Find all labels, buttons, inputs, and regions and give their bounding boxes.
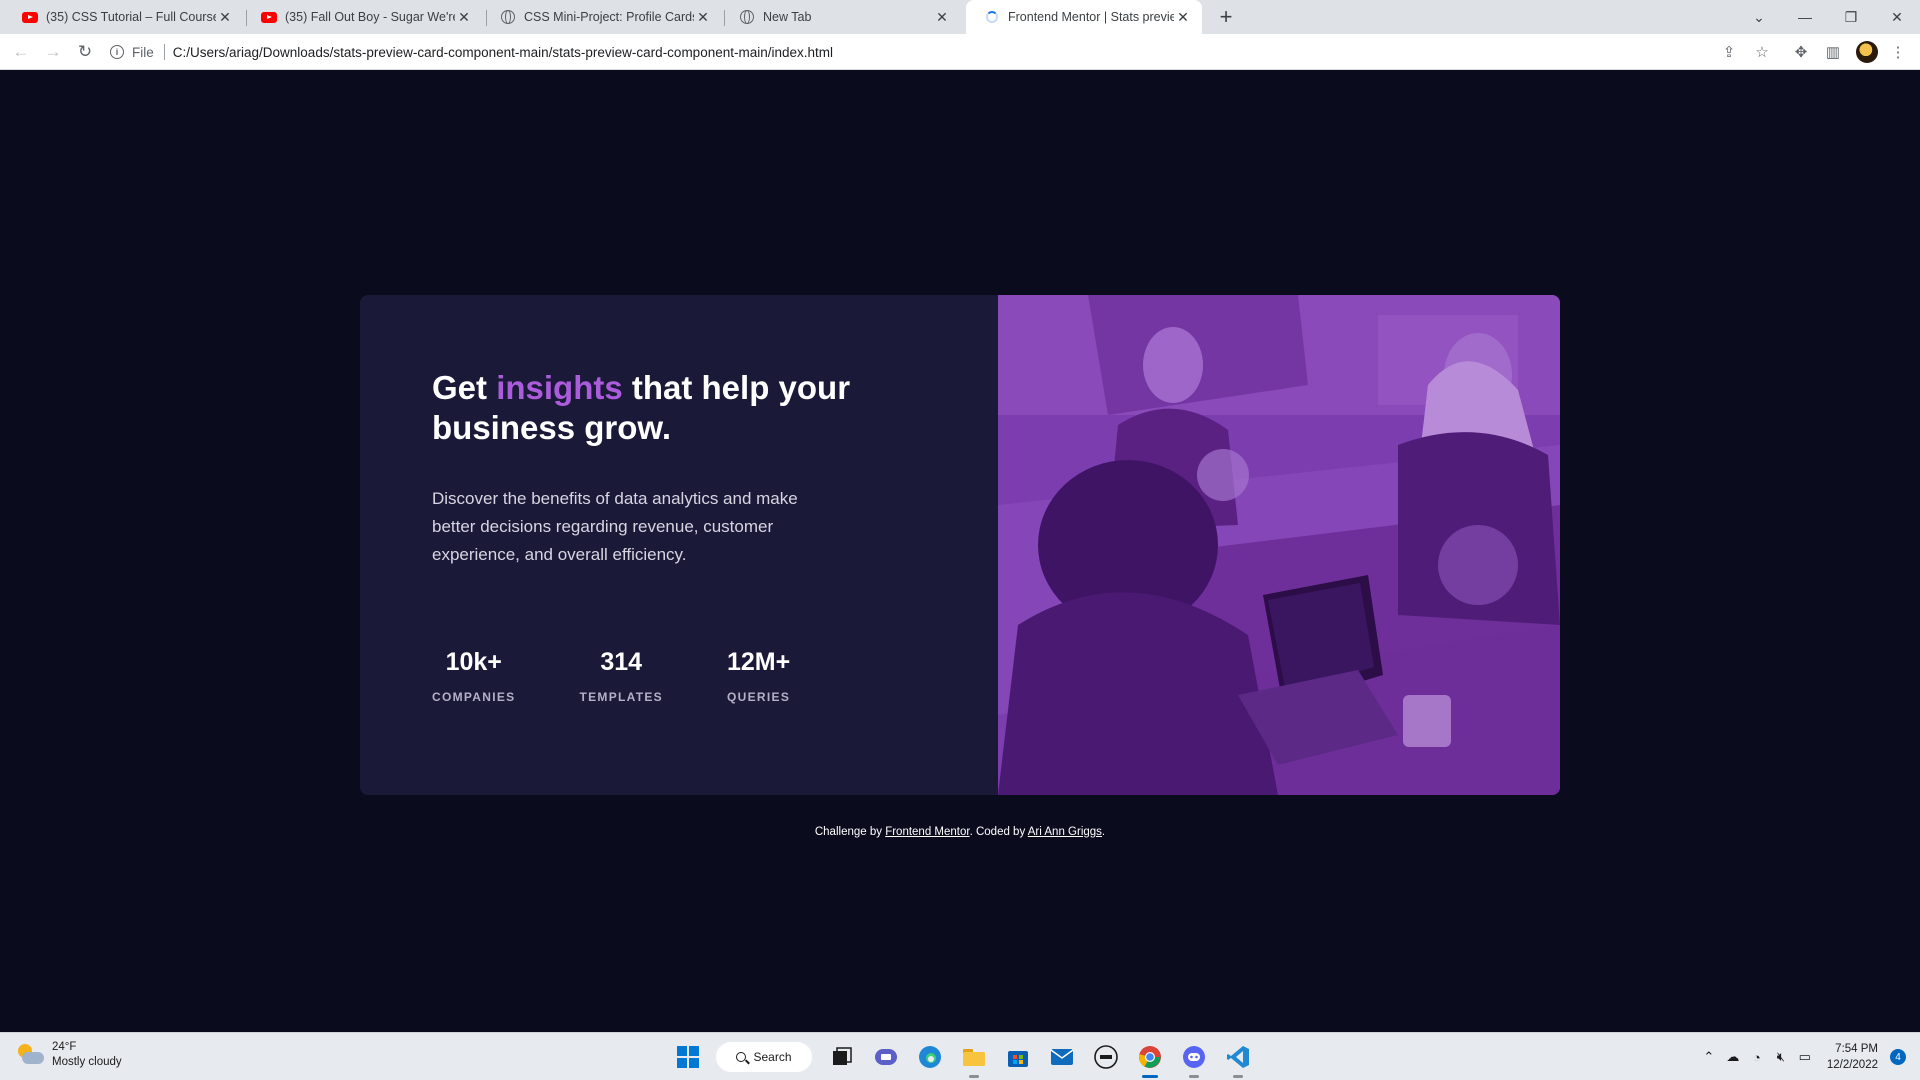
youtube-icon bbox=[261, 9, 277, 25]
stats-row: 10k+ COMPANIES 314 TEMPLATES 12M+ QUERIE… bbox=[432, 647, 790, 704]
new-tab-button[interactable]: + bbox=[1214, 4, 1238, 29]
search-icon bbox=[736, 1052, 747, 1062]
close-tab-icon[interactable]: ✕ bbox=[1174, 8, 1192, 26]
frontend-mentor-link[interactable]: Frontend Mentor bbox=[885, 826, 969, 838]
card-headline: Get insights that help your business gro… bbox=[432, 368, 852, 448]
url-text[interactable]: C:/Users/ariag/Downloads/stats-preview-c… bbox=[173, 45, 833, 60]
search-label: Search bbox=[753, 1050, 792, 1064]
tab-title: New Tab bbox=[763, 10, 812, 24]
system-tray: ⌃ ☁ ◔ 🔇︎ ▭ 7:54 PM 12/2/2022 4 bbox=[1697, 1033, 1920, 1080]
weather-temperature: 24°F bbox=[52, 1041, 77, 1053]
bookmark-star-icon[interactable]: ☆ bbox=[1752, 42, 1772, 62]
teams-chat-icon[interactable] bbox=[870, 1041, 902, 1073]
loading-icon bbox=[984, 9, 1000, 25]
start-windows-icon[interactable] bbox=[672, 1041, 704, 1073]
tab-title: (35) CSS Tutorial – Full Course fo bbox=[46, 10, 216, 24]
tab-search-chevron-icon[interactable]: ⌄ bbox=[1736, 0, 1782, 34]
stat-value: 12M+ bbox=[726, 648, 791, 676]
stat-companies: 10k+ COMPANIES bbox=[432, 647, 515, 704]
windows-taskbar: 24°F Mostly cloudy Search ⌃ ☁ ◔ 🔇︎ ▭ 7:5… bbox=[0, 1032, 1920, 1080]
author-link[interactable]: Ari Ann Griggs bbox=[1028, 826, 1102, 838]
show-hidden-icons-chevron-icon[interactable]: ⌃ bbox=[1697, 1045, 1721, 1069]
close-tab-icon[interactable]: ✕ bbox=[933, 8, 951, 26]
stat-templates: 314 TEMPLATES bbox=[579, 647, 662, 704]
wifi-icon[interactable]: ◔ bbox=[1745, 1045, 1769, 1069]
globe-icon bbox=[500, 9, 516, 25]
close-tab-icon[interactable]: ✕ bbox=[455, 8, 473, 26]
browser-menu-icon[interactable]: ⋮ bbox=[1888, 42, 1908, 62]
stats-preview-card: Get insights that help your business gro… bbox=[360, 295, 1560, 795]
partly-cloudy-icon bbox=[16, 1044, 44, 1066]
taskbar-clock[interactable]: 7:54 PM 12/2/2022 bbox=[1827, 1041, 1878, 1073]
discord-icon[interactable] bbox=[1178, 1041, 1210, 1078]
stat-value: 314 bbox=[600, 648, 643, 676]
stat-label: TEMPLATES bbox=[579, 690, 663, 704]
microsoft-store-icon[interactable] bbox=[1002, 1041, 1034, 1073]
attribution-suffix: . bbox=[1101, 826, 1106, 838]
close-tab-icon[interactable]: ✕ bbox=[216, 8, 234, 26]
browser-toolbar: ← → ↻ i File C:/Users/ariag/Downloads/st… bbox=[0, 34, 1920, 70]
weather-description: Mostly cloudy bbox=[52, 1056, 122, 1068]
back-arrow-icon[interactable]: ← bbox=[9, 40, 33, 64]
card-text-column: Get insights that help your business gro… bbox=[432, 368, 852, 569]
reload-icon[interactable]: ↻ bbox=[73, 40, 97, 64]
stat-value: 10k+ bbox=[445, 648, 502, 676]
clock-time: 7:54 PM bbox=[1835, 1043, 1878, 1055]
tab-title: Frontend Mentor | Stats preview bbox=[1008, 10, 1174, 24]
headline-accent-word: insights bbox=[496, 369, 623, 406]
speaker-muted-icon[interactable]: 🔇︎ bbox=[1769, 1045, 1793, 1069]
scheme-label: File bbox=[132, 44, 154, 60]
taskbar-search-button[interactable]: Search bbox=[716, 1042, 812, 1072]
close-window-button[interactable]: ✕ bbox=[1874, 0, 1920, 34]
office-photo-illustration bbox=[998, 295, 1560, 795]
minimize-button[interactable]: — bbox=[1782, 0, 1828, 34]
address-bar[interactable]: i File C:/Users/ariag/Downloads/stats-pr… bbox=[110, 38, 1770, 66]
browser-tab-profile-cards[interactable]: CSS Mini-Project: Profile Cards ✕ bbox=[482, 0, 722, 34]
browser-tab-frontend-mentor[interactable]: Frontend Mentor | Stats preview ✕ bbox=[966, 0, 1202, 34]
profile-avatar[interactable] bbox=[1856, 41, 1878, 63]
vscode-icon[interactable] bbox=[1222, 1041, 1254, 1078]
dell-icon[interactable] bbox=[1090, 1041, 1122, 1073]
chrome-icon[interactable] bbox=[1134, 1041, 1166, 1078]
attribution-prefix: Challenge by bbox=[814, 826, 886, 838]
omnibox-divider bbox=[163, 44, 165, 60]
headline-start: Get bbox=[432, 369, 497, 406]
attribution-middle: . Coded by bbox=[969, 826, 1028, 838]
browser-tab-new-tab[interactable]: New Tab ✕ bbox=[721, 0, 961, 34]
close-tab-icon[interactable]: ✕ bbox=[694, 8, 712, 26]
attribution-footer: Challenge by Frontend Mentor. Coded by A… bbox=[0, 826, 1920, 838]
notification-badge[interactable]: 4 bbox=[1890, 1049, 1906, 1065]
stat-label: QUERIES bbox=[727, 690, 791, 704]
browser-tab-css-tutorial[interactable]: (35) CSS Tutorial – Full Course fo ✕ bbox=[4, 0, 244, 34]
youtube-icon bbox=[22, 9, 38, 25]
weather-widget[interactable]: 24°F Mostly cloudy bbox=[16, 1040, 122, 1070]
edge-browser-icon[interactable] bbox=[914, 1041, 946, 1073]
taskbar-apps: Search bbox=[672, 1041, 1266, 1078]
stat-label: COMPANIES bbox=[432, 690, 516, 704]
stat-queries: 12M+ QUERIES bbox=[727, 647, 790, 704]
battery-icon[interactable]: ▭ bbox=[1793, 1045, 1817, 1069]
site-info-icon[interactable]: i bbox=[110, 45, 124, 59]
side-panel-icon[interactable]: ▥ bbox=[1823, 42, 1843, 62]
tab-title: (35) Fall Out Boy - Sugar We're G bbox=[285, 10, 455, 24]
extensions-puzzle-icon[interactable]: ✥ bbox=[1791, 42, 1811, 62]
mail-icon[interactable] bbox=[1046, 1041, 1078, 1073]
browser-tab-fall-out-boy[interactable]: (35) Fall Out Boy - Sugar We're G ✕ bbox=[243, 0, 483, 34]
tab-title: CSS Mini-Project: Profile Cards bbox=[524, 10, 694, 24]
forward-arrow-icon[interactable]: → bbox=[41, 40, 65, 64]
office-photo bbox=[998, 295, 1560, 795]
browser-tab-strip: (35) CSS Tutorial – Full Course fo ✕ (35… bbox=[0, 0, 1920, 34]
card-description: Discover the benefits of data analytics … bbox=[432, 489, 798, 564]
onedrive-cloud-icon[interactable]: ☁ bbox=[1721, 1045, 1745, 1069]
file-explorer-icon[interactable] bbox=[958, 1041, 990, 1078]
task-view-icon[interactable] bbox=[826, 1041, 858, 1073]
share-icon[interactable]: ⇪ bbox=[1719, 42, 1739, 62]
restore-button[interactable]: ❐ bbox=[1828, 0, 1874, 34]
clock-date: 12/2/2022 bbox=[1826, 1059, 1878, 1071]
chrome-icon bbox=[739, 9, 755, 25]
